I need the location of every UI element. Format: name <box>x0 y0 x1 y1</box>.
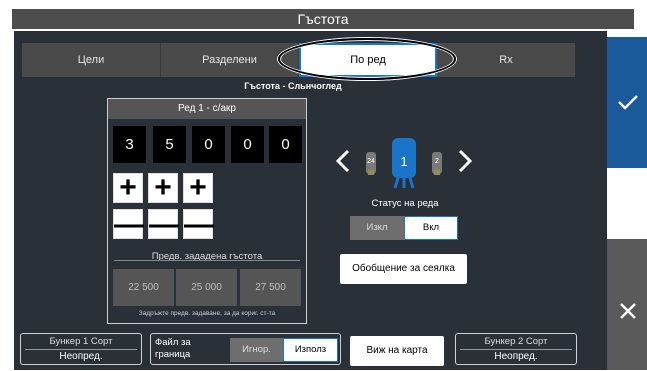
preset-rate-3-button[interactable]: 27 500 <box>240 269 301 306</box>
row-status-off-option[interactable]: Изкл <box>350 216 404 240</box>
prev-row-number: 24 <box>367 158 375 165</box>
preset-rate-2-button[interactable]: 25 000 <box>176 269 237 306</box>
row-rate-panel: Ред 1 - с/акр 3 5 0 0 0 + + + — — — Пред… <box>107 98 307 324</box>
close-icon <box>620 303 636 319</box>
bunker-2-label: Бункер 2 Сорт <box>484 336 548 347</box>
boundary-file-use-option[interactable]: Използ <box>283 338 338 362</box>
crop-subtitle: Гъстота - Сльнчоглед <box>244 81 342 91</box>
current-row-number: 1 <box>400 154 408 169</box>
view-on-map-button[interactable]: Виж на карта <box>350 336 444 366</box>
bunker-2-value: Неопред. <box>494 351 538 362</box>
tab-rx[interactable]: Rx <box>437 43 575 77</box>
bunker-2-variety-field[interactable]: Бункер 2 Сорт Неопред. <box>455 333 577 365</box>
increment-digit-3-button[interactable]: + <box>183 173 213 203</box>
decrement-digit-3-button[interactable]: — <box>183 209 214 240</box>
tab-bar: Цели Разделени По ред Rx <box>22 43 575 77</box>
boundary-file-label: Файл за граница <box>155 337 191 360</box>
previous-row-arrow-icon[interactable] <box>333 146 353 176</box>
tab-split[interactable]: Разделени <box>161 43 299 77</box>
next-row-arrow-icon[interactable] <box>455 146 475 176</box>
rate-digit-3[interactable]: 0 <box>192 126 225 163</box>
cancel-button[interactable] <box>607 239 647 370</box>
next-row-number: 2 <box>435 158 439 165</box>
decrement-digit-2-button[interactable]: — <box>148 209 179 240</box>
row-status-label: Статус на реда <box>371 198 439 209</box>
increment-digit-1-button[interactable]: + <box>113 173 143 203</box>
bunker-1-variety-field[interactable]: Бункер 1 Сорт Неопред. <box>20 333 142 365</box>
planting-summary-button[interactable]: Обобщение за сеялка <box>340 254 467 284</box>
checkmark-icon <box>618 95 638 110</box>
bunker-1-value: Неопред. <box>59 351 103 362</box>
row-rate-header: Ред 1 - с/акр <box>108 99 306 119</box>
tab-targets[interactable]: Цели <box>22 43 161 77</box>
rate-digit-1[interactable]: 3 <box>113 126 146 163</box>
preset-rate-label: Предв. зададена гъстота <box>151 251 263 262</box>
boundary-file-ignore-option[interactable]: Игнор. <box>230 338 283 362</box>
increment-digit-2-button[interactable]: + <box>148 173 178 203</box>
row-status-on-option[interactable]: Вкл <box>404 216 458 240</box>
rate-digit-5[interactable]: 0 <box>269 126 302 163</box>
decrement-digit-1-button[interactable]: — <box>113 209 144 240</box>
tab-by-row[interactable]: По ред <box>299 43 437 77</box>
window-title: Гъстота <box>12 9 634 29</box>
preset-hint: Задръжте предв. задаване, за да кориг. с… <box>138 310 276 317</box>
rate-digit-2[interactable]: 5 <box>153 126 186 163</box>
bunker-1-label: Бункер 1 Сорт <box>49 336 113 347</box>
boundary-file-field: Файл за граница Игнор. Използ <box>150 333 341 365</box>
rate-digit-4[interactable]: 0 <box>231 126 264 163</box>
screen: Гъстота Цели Разделени По ред Rx Гъстота… <box>0 0 647 371</box>
preset-divider <box>114 260 300 261</box>
row-status-toggle: Изкл Вкл <box>350 216 458 240</box>
preset-rate-1-button[interactable]: 22 500 <box>113 269 174 306</box>
boundary-file-toggle: Игнор. Използ <box>230 338 338 362</box>
confirm-button[interactable] <box>607 37 647 168</box>
